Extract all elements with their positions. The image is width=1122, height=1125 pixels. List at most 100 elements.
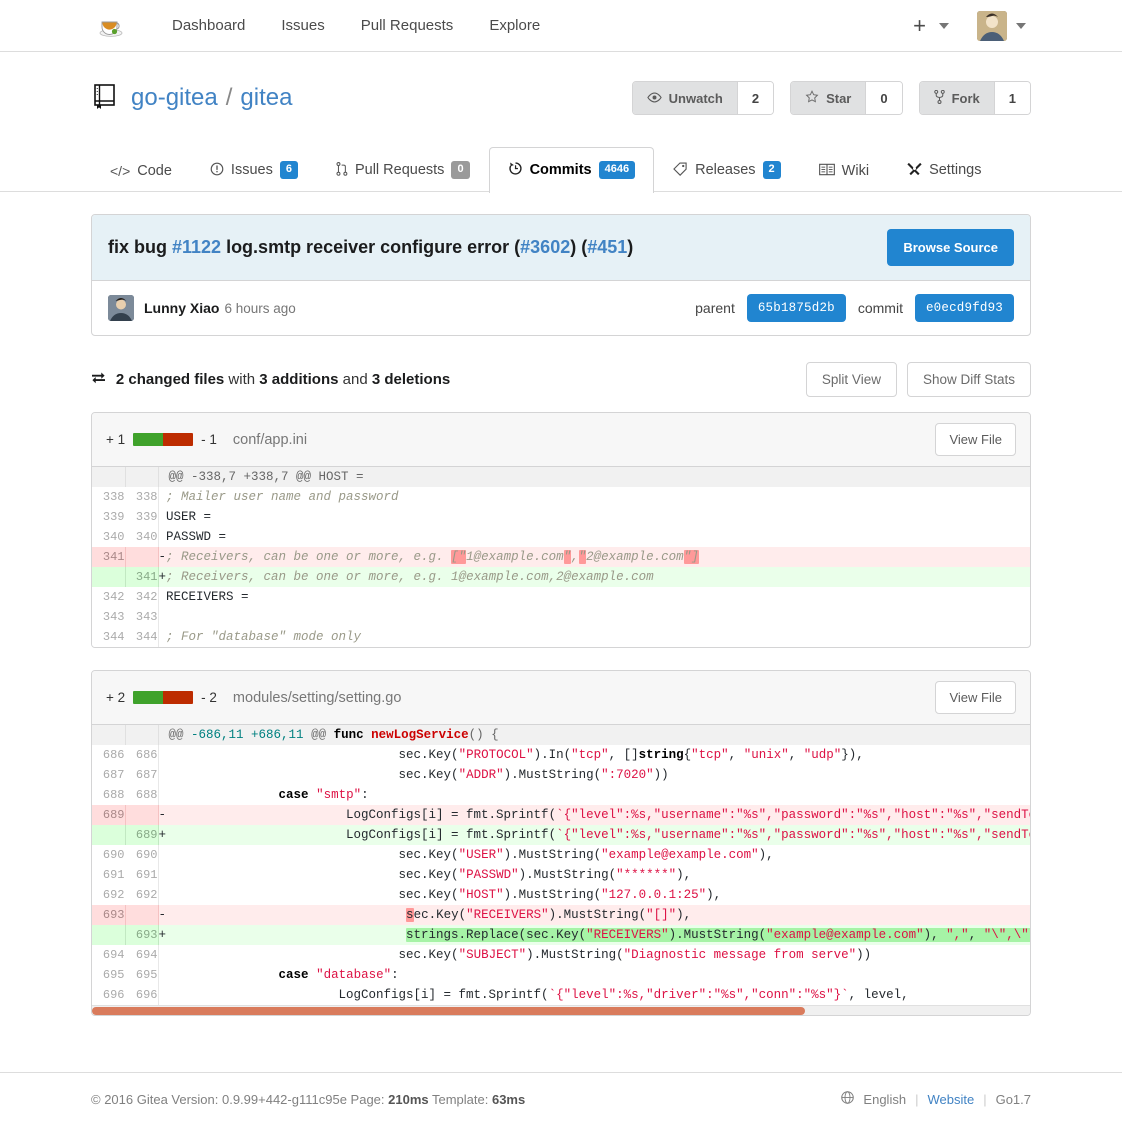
commit-summary-ref-3602[interactable]: #3602 [520,237,570,257]
nav-pull-requests[interactable]: Pull Requests [343,0,472,52]
browse-source-button[interactable]: Browse Source [887,229,1014,266]
lineno-old[interactable]: 343 [92,607,125,627]
star-button[interactable]: Star 0 [790,81,903,115]
lineno-new[interactable]: 344 [125,627,159,647]
tab-pull-requests-badge: 0 [451,161,470,179]
footer-language[interactable]: English [863,1092,906,1107]
lineno-new[interactable]: 339 [125,507,159,527]
tab-pull-requests[interactable]: Pull Requests 0 [317,147,489,192]
tab-commits[interactable]: Commits 4646 [488,147,655,193]
create-new-icon[interactable]: + [909,14,930,37]
view-file-button[interactable]: View File [935,423,1016,456]
footer-website-link[interactable]: Website [927,1092,974,1107]
create-new-chevron-down-icon[interactable] [939,22,949,29]
teacup-logo-svg [99,21,123,37]
unwatch-button-main[interactable]: Unwatch [632,82,737,114]
lineno-old[interactable]: 687 [92,765,125,785]
diff-and-text: and [338,370,372,388]
lineno-old[interactable]: 696 [92,985,125,1005]
nav-issues[interactable]: Issues [263,0,342,52]
lineno-new[interactable]: 341 [125,567,159,587]
lineno-new[interactable]: 689 [125,825,159,845]
lineno-old[interactable]: 689 [92,805,126,825]
commit-sha-chip[interactable]: e0ecd9fd93 [914,294,1014,322]
code-line-removed: -; Receivers, can be one or more, e.g. [… [158,547,1030,567]
author-avatar[interactable] [108,295,134,321]
tab-wiki[interactable]: Wiki [800,149,888,192]
tab-code[interactable]: </> Code [91,149,191,192]
repo-tab-bar: </> Code Issues 6 Pull Requests 0 Commit… [91,147,1031,193]
repo-owner-link[interactable]: go-gitea [131,84,218,112]
lineno-new[interactable]: 342 [125,587,159,607]
lineno-old[interactable]: 688 [92,785,125,805]
lineno-old[interactable]: 338 [92,487,125,507]
lineno-old[interactable]: 686 [92,745,125,765]
diff-horizontal-scrollbar[interactable] [92,1005,1030,1015]
teacup-logo[interactable] [96,11,126,41]
lineno-old[interactable]: 690 [92,845,125,865]
lineno-new[interactable] [125,805,159,825]
diff-body: @@ -338,7 +338,7 @@ HOST = 338 338 ; Mai… [92,467,1030,647]
lineno-old[interactable]: 342 [92,587,125,607]
repo-name-link[interactable]: gitea [240,84,292,112]
lineno-old[interactable]: 695 [92,965,125,985]
lineno-old[interactable] [92,567,126,587]
lineno-old[interactable]: 339 [92,507,125,527]
tab-issues[interactable]: Issues 6 [191,147,317,192]
split-view-button[interactable]: Split View [805,361,897,397]
lineno-new[interactable]: 343 [125,607,159,627]
lineno-new[interactable] [125,547,159,567]
lineno-new[interactable]: 695 [125,965,159,985]
lineno-new[interactable]: 687 [125,765,159,785]
tab-releases[interactable]: Releases 2 [654,147,800,192]
nav-explore[interactable]: Explore [471,0,558,52]
table-row: 344 344 ; For "database" mode only [92,627,1030,647]
issue-opened-icon-svg [210,162,224,175]
lineno-old[interactable]: 692 [92,885,125,905]
commit-author-link[interactable]: Lunny Xiao [144,300,219,316]
view-file-button[interactable]: View File [935,681,1016,714]
lineno-new[interactable]: 692 [125,885,159,905]
issue-opened-icon [210,162,224,179]
diff-with-text: with [224,370,260,388]
lineno-new[interactable]: 696 [125,985,159,1005]
lineno-new[interactable]: 693 [125,925,159,945]
table-row: 691 691 sec.Key("PASSWD").MustString("**… [92,865,1030,885]
commit-summary-ref-451[interactable]: #451 [587,237,627,257]
lineno-new[interactable]: 688 [125,785,159,805]
unwatch-button[interactable]: Unwatch 2 [631,81,775,115]
lineno-new[interactable]: 690 [125,845,159,865]
lineno-old[interactable] [92,825,126,845]
show-diff-stats-button[interactable]: Show Diff Stats [906,361,1031,397]
nav-dashboard[interactable]: Dashboard [154,0,263,52]
lineno-new[interactable]: 686 [125,745,159,765]
fork-button-main[interactable]: Fork [919,82,994,114]
star-button-main[interactable]: Star [791,82,866,114]
code-line: USER = [158,510,212,524]
lineno-old[interactable]: 341 [92,547,126,567]
lineno-new[interactable]: 691 [125,865,159,885]
fork-button[interactable]: Fork 1 [918,81,1031,115]
lineno-new[interactable]: 694 [125,945,159,965]
commit-summary-ref-1122[interactable]: #1122 [172,237,221,257]
lineno-old[interactable]: 691 [92,865,125,885]
diff-table: @@ -686,11 +686,11 @@ func newLogService… [92,725,1030,1005]
lineno-new[interactable]: 340 [125,527,159,547]
lineno-old[interactable]: 694 [92,945,125,965]
diff-scrollbar-thumb[interactable] [92,1007,805,1015]
top-navbar: Dashboard Issues Pull Requests Explore + [0,0,1122,52]
lineno-old[interactable]: 344 [92,627,125,647]
lineno-new[interactable]: 338 [125,487,159,507]
footer-go-version: Go1.7 [995,1091,1031,1107]
code-line: sec.Key("HOST").MustString("127.0.0.1:25… [158,888,722,902]
lineno-old[interactable]: 340 [92,527,125,547]
parent-sha-chip[interactable]: 65b1875d2b [746,294,846,322]
avatar[interactable] [977,10,1007,41]
diff-bar-visual [133,433,194,446]
lineno-old[interactable] [92,925,126,945]
tab-settings[interactable]: Settings [888,147,1000,192]
lineno-new[interactable] [125,905,159,925]
lineno-old[interactable]: 693 [92,905,126,925]
account-chevron-down-icon[interactable] [1016,22,1026,29]
code-line: case "smtp": [278,788,369,802]
